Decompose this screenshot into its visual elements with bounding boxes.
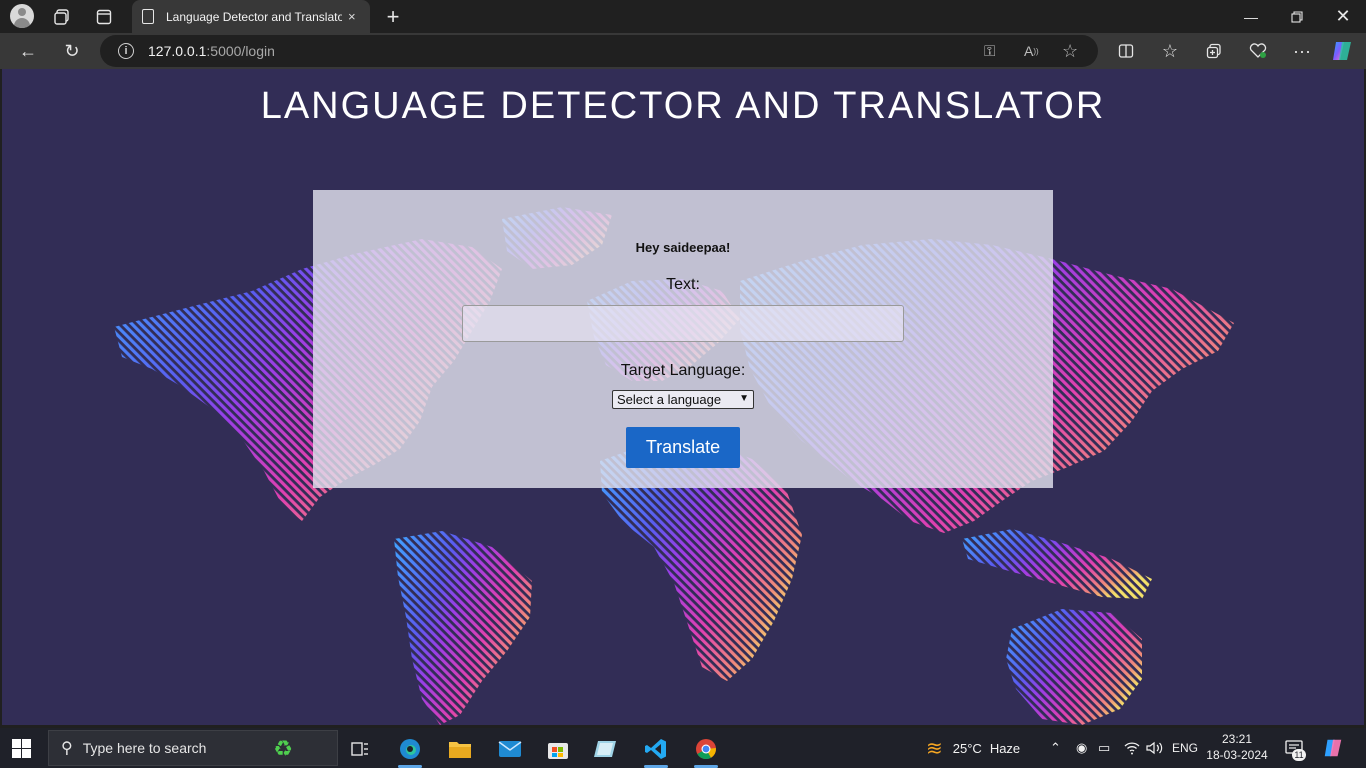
minimize-button[interactable]: — xyxy=(1228,0,1274,33)
webcam-icon[interactable]: ◉ xyxy=(1076,728,1087,768)
page-title: LANGUAGE DETECTOR AND TRANSLATOR xyxy=(260,85,1106,127)
mail-icon[interactable] xyxy=(490,732,530,766)
settings-more-icon[interactable]: ··· xyxy=(1288,39,1316,63)
taskbar-search-box[interactable]: ⚲ Type here to search ♻ xyxy=(48,730,338,766)
recycle-icon: ♻ xyxy=(273,736,293,761)
favorites-icon[interactable]: ☆ xyxy=(1156,39,1184,63)
edge-browser-icon[interactable] xyxy=(390,732,430,768)
target-language-select[interactable]: Select a language ▼ xyxy=(612,390,754,409)
file-explorer-icon[interactable] xyxy=(440,732,480,766)
task-view-icon[interactable] xyxy=(340,732,380,766)
active-tab[interactable]: Language Detector and Translato × xyxy=(132,0,370,33)
weather-description: Haze xyxy=(989,740,1021,756)
search-placeholder: Type here to search xyxy=(82,740,207,756)
refresh-icon[interactable]: ↻ xyxy=(58,39,86,63)
tab-close-icon[interactable]: × xyxy=(348,9,356,24)
clock-date: 18-03-2024 xyxy=(1206,748,1268,762)
text-label: Text: xyxy=(666,276,700,293)
browser-essentials-icon[interactable] xyxy=(1244,39,1272,63)
notifications-icon[interactable]: 11 xyxy=(1284,728,1306,768)
chrome-icon[interactable] xyxy=(686,732,726,768)
favorite-star-icon[interactable]: ☆ xyxy=(1062,35,1078,67)
close-window-button[interactable]: ✕ xyxy=(1320,0,1366,33)
select-value: Select a language xyxy=(617,392,722,407)
system-clock[interactable]: 23:21 18-03-2024 xyxy=(1204,731,1270,763)
password-key-icon[interactable]: ⚿ xyxy=(984,35,995,67)
volume-icon[interactable] xyxy=(1146,728,1164,768)
workspaces-icon[interactable] xyxy=(50,5,74,29)
page-icon xyxy=(142,9,154,24)
back-arrow-icon[interactable]: ← xyxy=(14,39,42,63)
new-tab-button[interactable]: + xyxy=(381,5,405,29)
copilot-taskbar-icon[interactable] xyxy=(1322,728,1344,768)
browser-toolbar: ← ↻ i 127.0.0.1:5000/login ⚿ A)) ☆ ☆ ··· xyxy=(0,33,1366,69)
url-path: :5000/login xyxy=(206,43,275,59)
tab-actions-icon[interactable] xyxy=(92,5,116,29)
translate-button[interactable]: Translate xyxy=(626,427,740,468)
microsoft-store-icon[interactable] xyxy=(538,732,578,766)
tab-title: Language Detector and Translato xyxy=(166,9,342,24)
notification-count-badge: 11 xyxy=(1292,749,1306,761)
app-window-icon[interactable] xyxy=(586,732,626,766)
collections-icon[interactable] xyxy=(1200,39,1228,63)
weather-temperature: 25°C xyxy=(952,740,982,756)
windows-start-icon[interactable] xyxy=(12,739,32,759)
site-info-icon[interactable]: i xyxy=(118,43,134,59)
split-screen-icon[interactable] xyxy=(1112,39,1140,63)
translator-card: Hey saideepaa! Text: Target Language: Se… xyxy=(313,190,1053,488)
battery-icon[interactable]: ▭ xyxy=(1098,728,1110,768)
wifi-icon[interactable] xyxy=(1124,728,1140,768)
read-aloud-icon[interactable]: A)) xyxy=(1024,35,1039,67)
clock-time: 23:21 xyxy=(1221,732,1253,746)
windows-taskbar: ⚲ Type here to search ♻ ≋ 25°C Haze ⌃ ◉ … xyxy=(0,728,1366,768)
greeting-text: Hey saideepaa! xyxy=(635,240,731,255)
copilot-icon[interactable] xyxy=(1328,39,1356,63)
address-bar[interactable]: i 127.0.0.1:5000/login ⚿ A)) ☆ xyxy=(100,35,1098,67)
profile-avatar-icon[interactable] xyxy=(10,4,34,28)
url-host: 127.0.0.1 xyxy=(148,43,207,59)
restore-button[interactable] xyxy=(1274,0,1320,33)
input-language[interactable]: ENG xyxy=(1172,728,1198,768)
weather-widget[interactable]: ≋ 25°C Haze xyxy=(926,728,1020,768)
vscode-icon[interactable] xyxy=(636,732,676,768)
haze-weather-icon: ≋ xyxy=(926,737,943,760)
browser-title-bar: Language Detector and Translato × + — ✕ xyxy=(0,0,1366,33)
text-input[interactable] xyxy=(462,305,904,342)
target-language-label: Target Language: xyxy=(620,362,746,379)
search-icon: ⚲ xyxy=(61,740,73,757)
chevron-down-icon: ▼ xyxy=(739,393,749,404)
show-hidden-icons-chevron-up-icon[interactable]: ⌃ xyxy=(1050,728,1061,768)
page-viewport: LANGUAGE DETECTOR AND TRANSLATOR Hey sai… xyxy=(2,69,1364,725)
